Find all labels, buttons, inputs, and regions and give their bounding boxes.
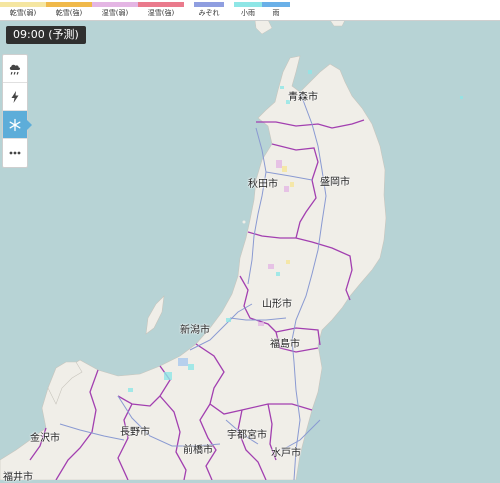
city-label-aomori: 青森市 [288,92,318,103]
legend-rain-group: 小雨 雨 [234,0,292,20]
forecast-time-label[interactable]: 09:00 (予測) [6,26,86,44]
legend-snow-group: 乾雪(弱) 乾雪(強) 湿雪(弱) 湿雪(強) [0,0,186,20]
lightning-layer-button[interactable] [3,83,27,111]
legend-swatch [194,2,224,7]
legend-label: 湿雪(強) [147,9,175,17]
legend-bar: 乾雪(弱) 乾雪(強) 湿雪(弱) 湿雪(強) みぞれ 小雨 雨 [0,0,500,21]
lightning-icon [11,90,19,103]
city-label-akita: 秋田市 [248,179,278,190]
legend-label: 乾雪(強) [55,9,83,17]
legend-label: 湿雪(弱) [101,9,129,17]
legend-swatch [46,2,92,7]
city-label-kanazawa: 金沢市 [30,433,60,444]
snow-layer-button[interactable] [3,111,32,139]
more-layers-button[interactable] [3,139,27,167]
legend-swatch [234,2,262,7]
rain-cloud-icon [9,64,21,75]
legend-swatch [262,2,290,7]
layer-toolbar [2,54,32,168]
legend-label: 雨 [272,9,280,17]
map-canvas[interactable] [0,0,500,480]
legend-label: みぞれ [198,9,220,17]
legend-label: 小雨 [241,9,255,17]
legend-swatch [92,2,138,7]
legend-item: 乾雪(弱) [0,0,46,20]
city-label-yamagata: 山形市 [262,299,292,310]
city-label-utsunomiya: 宇都宮市 [227,430,267,441]
snow-icon [9,118,21,131]
legend-swatch [138,2,184,7]
city-label-nagano: 長野市 [120,427,150,438]
more-icon [9,151,21,155]
legend-label: 乾雪(弱) [9,9,37,17]
legend-item: 湿雪(強) [138,0,184,20]
legend-item: 湿雪(弱) [92,0,138,20]
legend-item: 小雨 [234,0,262,20]
city-label-niigata: 新潟市 [180,325,210,336]
city-label-morioka: 盛岡市 [320,177,350,188]
legend-swatch [0,2,46,7]
legend-item: みぞれ [194,0,224,20]
legend-sleet-group: みぞれ [194,0,224,20]
city-label-fukushima: 福島市 [270,339,300,350]
city-label-maebashi: 前橋市 [183,445,213,456]
city-label-fukui: 福井市 [3,472,33,483]
legend-item: 乾雪(強) [46,0,92,20]
legend-item: 雨 [262,0,290,20]
city-label-mito: 水戸市 [271,448,301,459]
rain-layer-button[interactable] [3,55,27,83]
